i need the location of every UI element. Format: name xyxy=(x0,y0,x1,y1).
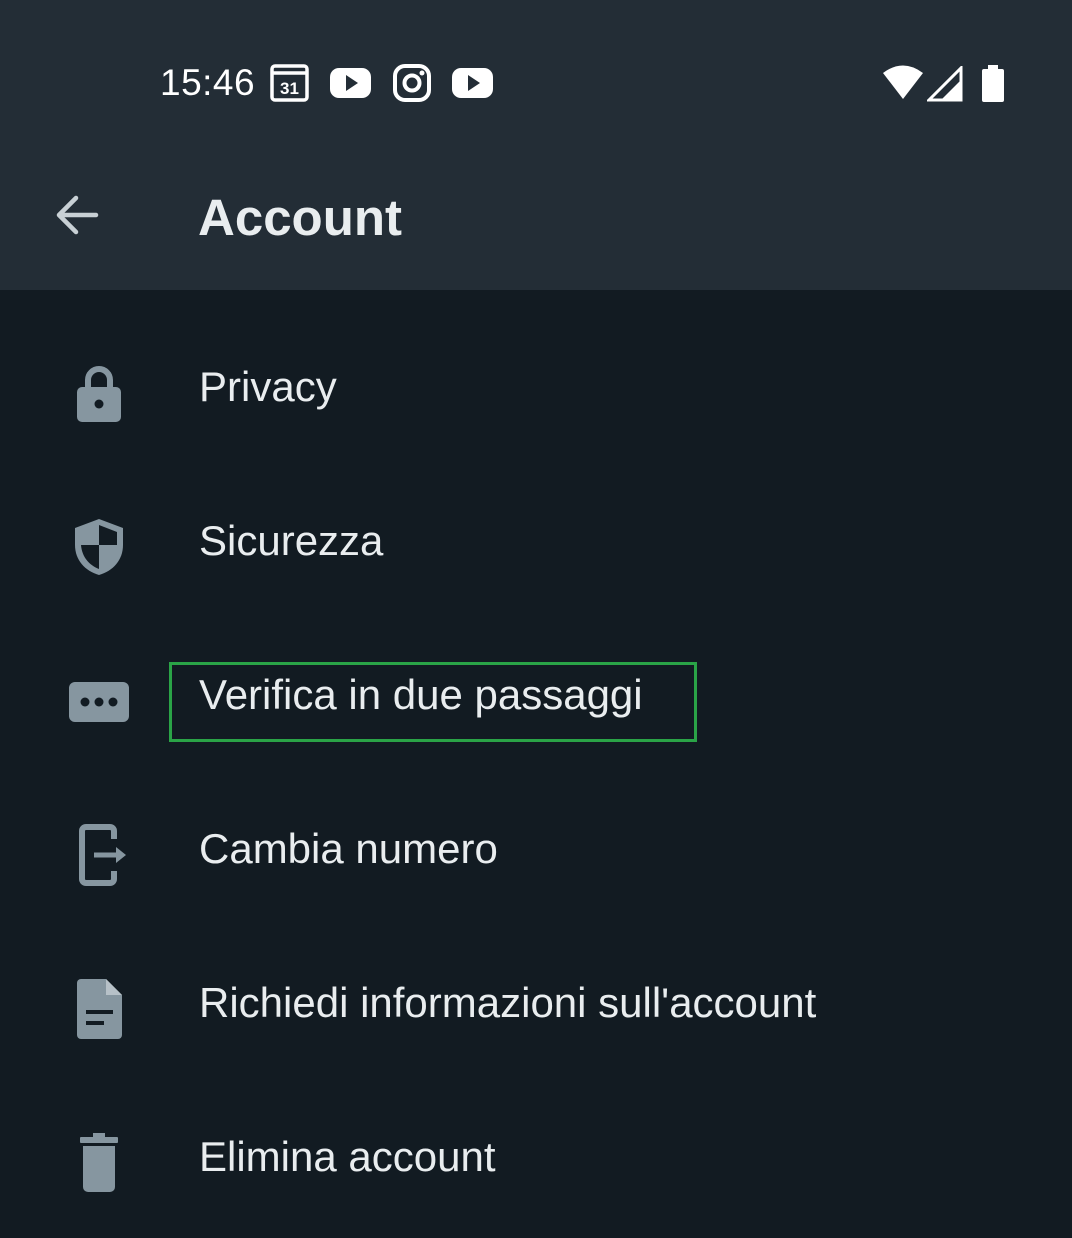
menu-item-label: Sicurezza xyxy=(199,517,384,564)
trash-icon xyxy=(80,1133,118,1192)
menu-item-label: Richiedi informazioni sull'account xyxy=(199,979,817,1026)
menu-item-sicurezza[interactable]: Sicurezza xyxy=(0,468,1072,622)
battery-icon xyxy=(982,65,1004,102)
dots-pin-icon xyxy=(69,682,129,722)
calendar-icon: 31 xyxy=(270,64,309,102)
lock-icon xyxy=(77,366,121,422)
app-bar: Account xyxy=(0,160,1072,290)
status-time: 15:46 xyxy=(160,62,256,103)
page-title: Account xyxy=(198,189,402,246)
menu-item-richiedi-informazioni[interactable]: Richiedi informazioni sull'account xyxy=(0,930,1072,1084)
menu-item-label: Privacy xyxy=(199,363,337,410)
status-bar: 15:46 31 xyxy=(0,0,1072,160)
shield-icon xyxy=(75,519,123,575)
menu-item-verifica-due-passaggi[interactable]: Verifica in due passaggi xyxy=(0,622,1072,776)
back-button[interactable] xyxy=(44,184,110,250)
menu-item-label: Cambia numero xyxy=(199,825,498,872)
menu-item-cambia-numero[interactable]: Cambia numero xyxy=(0,776,1072,930)
document-icon xyxy=(77,979,122,1039)
phone-transfer-icon xyxy=(79,824,126,886)
signal-icon xyxy=(927,66,963,102)
wifi-icon xyxy=(883,65,923,99)
menu-item-label: Verifica in due passaggi xyxy=(199,671,643,718)
menu-item-privacy[interactable]: Privacy xyxy=(0,314,1072,468)
arrow-left-icon xyxy=(56,195,99,235)
menu-item-label: Elimina account xyxy=(199,1133,496,1180)
menu-item-elimina-account[interactable]: Elimina account xyxy=(0,1084,1072,1238)
calendar-day: 31 xyxy=(280,79,299,98)
header: 15:46 31 Account xyxy=(0,0,1072,290)
youtube-icon xyxy=(452,68,493,98)
instagram-icon xyxy=(393,64,431,102)
youtube-icon xyxy=(330,68,371,98)
